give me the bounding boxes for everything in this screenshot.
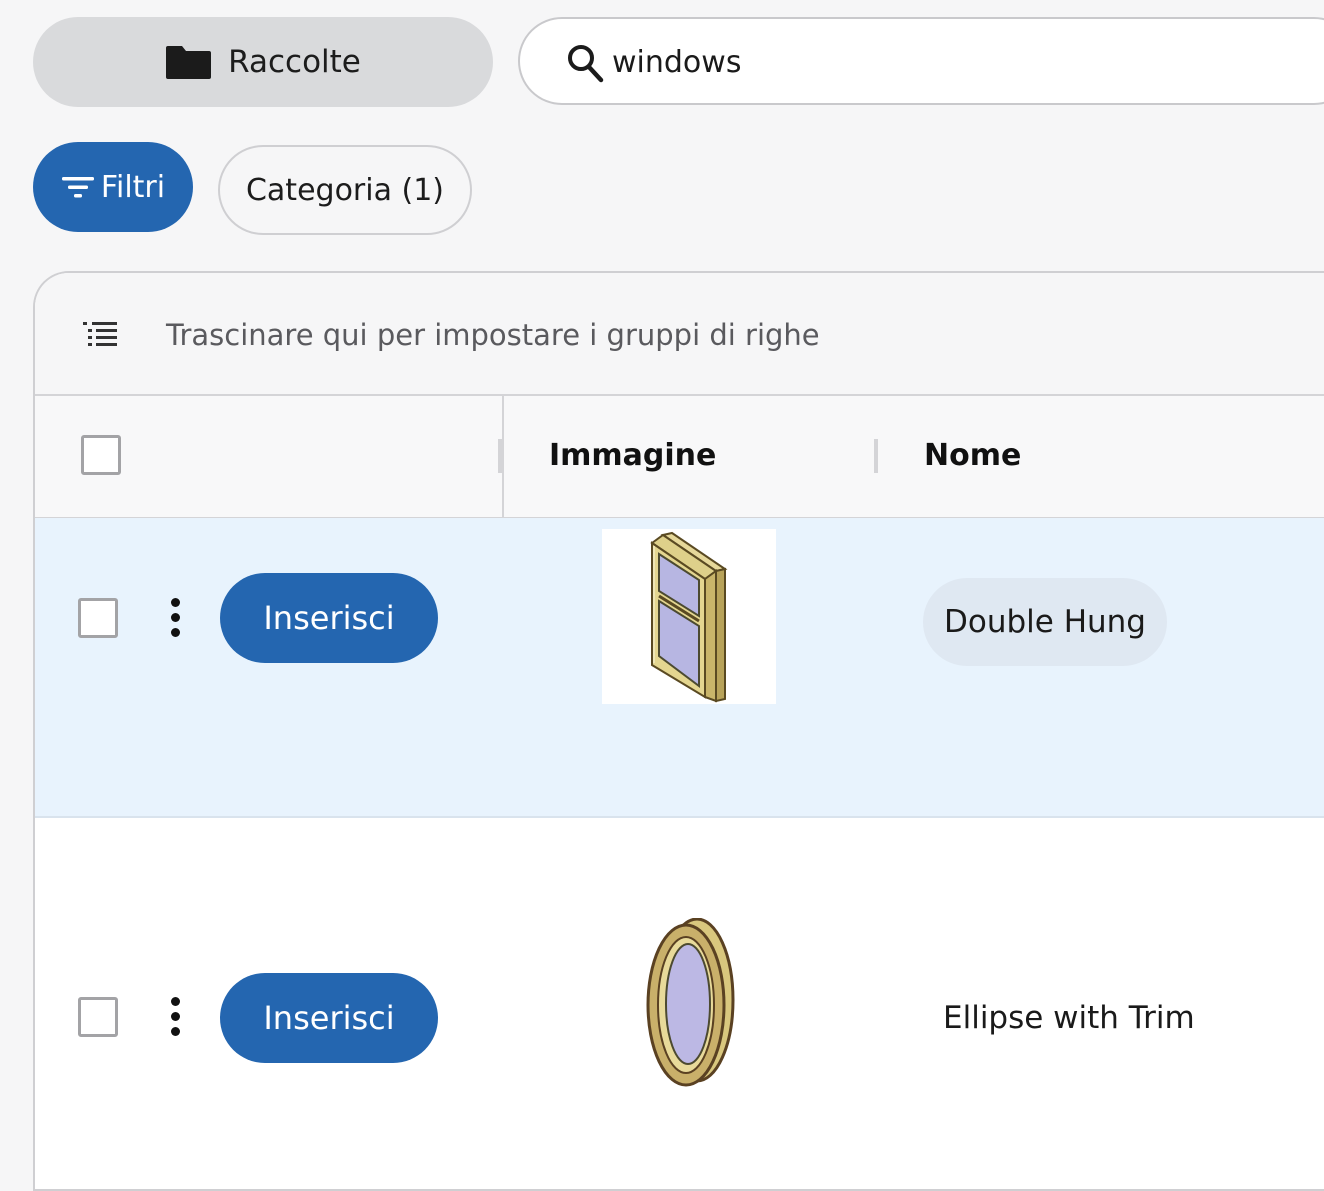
category-chip-label: Categoria (1) [245, 172, 445, 208]
grid-header-row: Immagine Nome [35, 396, 1324, 519]
double-hung-window-icon [650, 531, 728, 703]
group-panel-hint: Trascinare qui per impostare i gruppi di… [166, 318, 820, 352]
table-row[interactable]: Inserisci Double Hung [35, 518, 1324, 818]
column-resize-handle[interactable] [874, 439, 878, 473]
more-options-icon[interactable] [168, 997, 182, 1041]
item-name: Ellipse with Trim [943, 1000, 1195, 1036]
filter-icon [61, 177, 94, 198]
table-row[interactable]: Inserisci Ellipse with Trim [35, 818, 1324, 1189]
item-thumbnail [602, 529, 776, 704]
column-header-image[interactable]: Immagine [549, 438, 716, 473]
insert-button-label: Inserisci [263, 599, 395, 637]
column-separator [502, 396, 504, 517]
item-name: Double Hung [944, 604, 1146, 640]
column-resize-handle[interactable] [498, 439, 502, 473]
insert-button[interactable]: Inserisci [220, 973, 438, 1063]
collections-label: Raccolte [228, 44, 361, 80]
row-group-icon [83, 322, 117, 346]
search-input[interactable] [612, 37, 1212, 87]
row-checkbox[interactable] [78, 997, 118, 1037]
item-thumbnail [602, 917, 776, 1118]
name-chip[interactable]: Double Hung [923, 578, 1167, 666]
insert-button-label: Inserisci [263, 999, 395, 1037]
more-options-icon[interactable] [168, 598, 182, 642]
search-box[interactable] [518, 17, 1324, 105]
row-checkbox[interactable] [78, 598, 118, 638]
select-all-checkbox[interactable] [81, 435, 121, 475]
row-group-panel[interactable]: Trascinare qui per impostare i gruppi di… [35, 273, 1324, 396]
category-filter-chip[interactable]: Categoria (1) [218, 145, 472, 235]
results-grid: Trascinare qui per impostare i gruppi di… [33, 271, 1324, 1191]
search-icon [568, 45, 604, 83]
column-header-name[interactable]: Nome [924, 438, 1021, 473]
collections-button[interactable]: Raccolte [33, 17, 493, 107]
ellipse-window-icon [646, 917, 735, 1087]
filters-button[interactable]: Filtri [33, 142, 193, 232]
insert-button[interactable]: Inserisci [220, 573, 438, 663]
folder-icon [166, 46, 212, 79]
filters-label: Filtri [100, 169, 166, 205]
